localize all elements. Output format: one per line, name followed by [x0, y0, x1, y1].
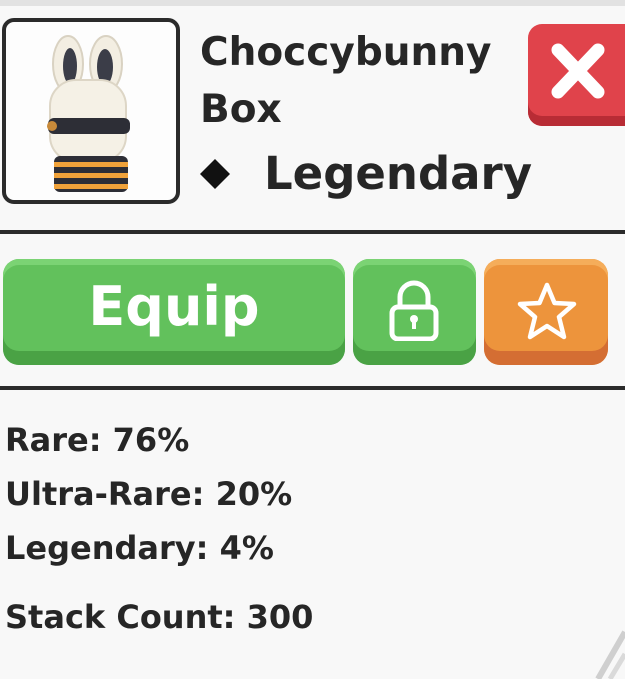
odds-rare: Rare: 76% [5, 421, 190, 459]
rarity-label: Legendary [264, 147, 533, 200]
divider-bottom [0, 386, 625, 390]
choccybunny-box-icon [47, 35, 130, 192]
odds-legendary: Legendary: 4% [5, 529, 274, 567]
equip-button[interactable]: Equip [3, 259, 345, 365]
rarity-row: Legendary [200, 144, 532, 204]
item-info-panel: Choccybunny Box Legendary Equip Rare: 76… [0, 0, 625, 679]
stack-count: Stack Count: 300 [5, 598, 314, 636]
top-strip [0, 0, 625, 6]
divider-top [0, 230, 625, 234]
lock-icon [389, 280, 439, 341]
resize-handle-icon [595, 630, 625, 679]
close-icon [551, 43, 605, 99]
item-name: Choccybunny Box [200, 30, 492, 132]
star-icon [517, 282, 577, 340]
equip-label: Equip [88, 275, 260, 338]
item-thumbnail [2, 18, 180, 204]
odds-list: Rare: 76% Ultra-Rare: 20% Legendary: 4% [5, 413, 292, 575]
diamond-icon [200, 159, 230, 189]
lock-button[interactable] [353, 259, 476, 365]
favorite-button[interactable] [484, 259, 608, 365]
odds-ultra-rare: Ultra-Rare: 20% [5, 475, 293, 513]
close-button[interactable] [528, 24, 625, 126]
